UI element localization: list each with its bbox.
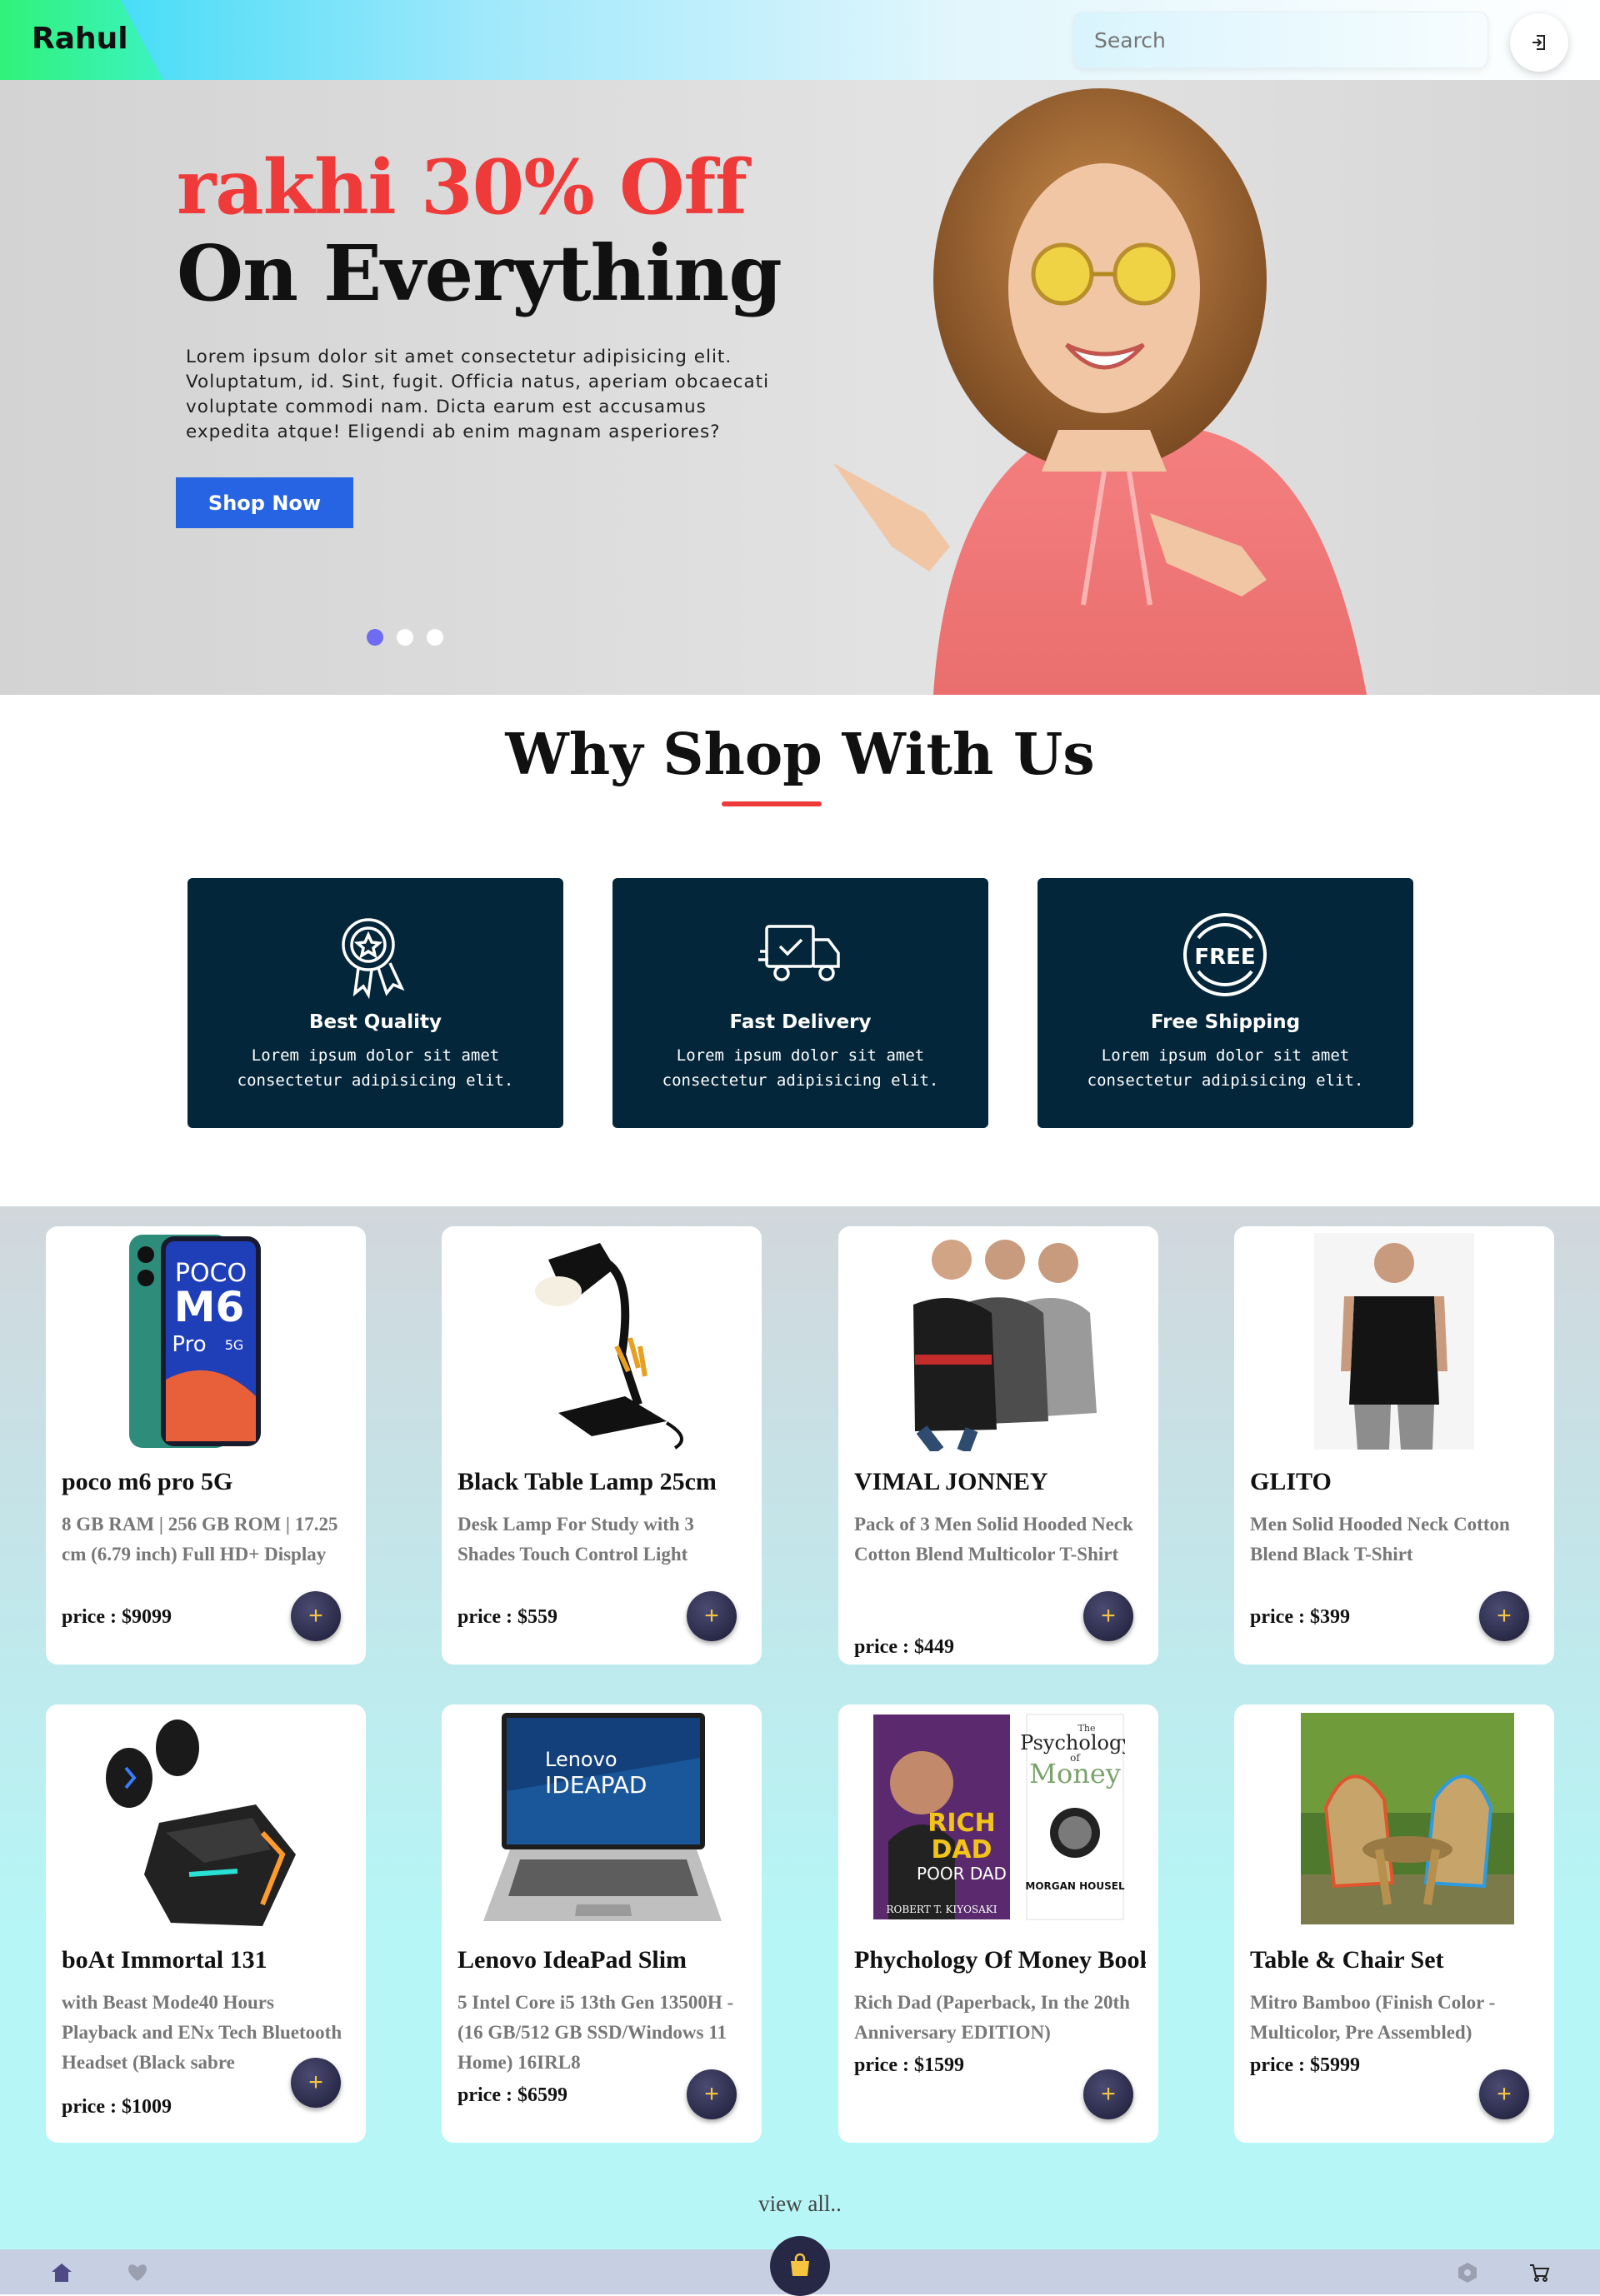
product-card[interactable]: POCO M6 Pro 5G poco m6 pro 5G 8 GB RAM |… xyxy=(46,1226,366,1665)
laptop-model-text: IDEAPAD xyxy=(545,1771,647,1799)
award-badge-icon xyxy=(342,918,405,1000)
books-image: RICH DAD POOR DAD ROBERT T. KIYOSAKI The… xyxy=(873,1714,1125,1920)
phone-variant-text: Pro xyxy=(172,1332,206,1357)
product-price: price : $559 xyxy=(458,1606,558,1628)
feature-card-fast-delivery: Fast Delivery Lorem ipsum dolor sit amet… xyxy=(612,878,988,1128)
earbuds-image xyxy=(106,1720,296,1926)
carousel-dot-2[interactable] xyxy=(397,629,413,646)
product-description: 5 Intel Core i5 13th Gen 13500H - (16 GB… xyxy=(458,1992,734,2073)
shop-now-button[interactable]: Shop Now xyxy=(176,477,353,528)
product-card[interactable]: GLITO Men Solid Hooded Neck Cotton Blend… xyxy=(1234,1226,1554,1665)
laptop-brand-text: Lenovo xyxy=(545,1748,618,1771)
free-badge-text: FREE xyxy=(1194,945,1255,970)
feature-card-free-shipping: FREE Free Shipping Lorem ipsum dolor sit… xyxy=(1038,878,1413,1128)
add-to-cart-button[interactable]: + xyxy=(291,1591,341,1641)
sleeveless-hoodie-image xyxy=(1314,1233,1474,1450)
view-all-link[interactable]: view all.. xyxy=(0,2191,1600,2217)
book-title-psychology: Psychology xyxy=(1020,1731,1125,1754)
product-name: Black Table Lamp 25cm xyxy=(458,1468,717,1495)
book-author-kiyosaki: ROBERT T. KIYOSAKI xyxy=(886,1904,997,1915)
products-section: POCO M6 Pro 5G poco m6 pro 5G 8 GB RAM |… xyxy=(0,1206,1600,2249)
add-to-cart-button[interactable]: + xyxy=(1083,2069,1133,2119)
product-card[interactable]: Table & Chair Set Mitro Bamboo (Finish C… xyxy=(1234,1705,1554,2143)
hoodies-image xyxy=(913,1240,1097,1451)
login-icon xyxy=(1532,35,1545,50)
product-name: Table & Chair Set xyxy=(1250,1946,1444,1974)
product-description: Desk Lamp For Study with 3 Shades Touch … xyxy=(458,1514,694,1565)
add-to-cart-button[interactable]: + xyxy=(1479,1591,1529,1641)
heart-icon[interactable] xyxy=(126,2263,149,2283)
product-name: poco m6 pro 5G xyxy=(62,1468,233,1495)
search-input[interactable] xyxy=(1073,12,1488,68)
feature-card-best-quality: Best Quality Lorem ipsum dolor sit amet … xyxy=(188,878,563,1128)
phone-image: POCO M6 Pro 5G xyxy=(129,1235,261,1448)
product-name: Lenovo IdeaPad Slim xyxy=(458,1946,688,1974)
product-card[interactable]: VIMAL JONNEY Pack of 3 Men Solid Hooded … xyxy=(838,1226,1158,1665)
product-name: GLITO xyxy=(1250,1468,1332,1495)
product-price: price : $5999 xyxy=(1250,2054,1360,2076)
product-card[interactable]: boAt Immortal 131 with Beast Mode40 Hour… xyxy=(46,1705,366,2143)
settings-icon[interactable] xyxy=(1457,2261,1478,2284)
phone-5g-text: 5G xyxy=(225,1337,244,1353)
product-name: VIMAL JONNEY xyxy=(854,1468,1048,1495)
home-icon[interactable] xyxy=(50,2262,73,2284)
product-price: price : $399 xyxy=(1250,1606,1350,1628)
add-to-cart-button[interactable]: + xyxy=(1083,1591,1133,1641)
product-price: price : $6599 xyxy=(458,2084,568,2106)
add-to-cart-button[interactable]: + xyxy=(687,2069,737,2119)
product-description: Men Solid Hooded Neck Cotton Blend Black… xyxy=(1250,1514,1510,1565)
product-description: Mitro Bamboo (Finish Color - Multicolor,… xyxy=(1250,1992,1496,2043)
feature-text: Lorem ipsum dolor sit amet consectetur a… xyxy=(662,1046,939,1090)
book-title-poor-dad: POOR DAD xyxy=(917,1864,1007,1884)
delivery-truck-icon xyxy=(758,925,840,981)
brand-name: Rahul xyxy=(32,22,128,56)
feature-text: Lorem ipsum dolor sit amet consectetur a… xyxy=(1087,1046,1364,1090)
laptop-image: Lenovo IDEAPAD xyxy=(483,1713,722,1921)
brand-logo[interactable]: Rahul xyxy=(0,0,163,80)
hero-subheadline: On Everything xyxy=(177,228,782,318)
add-to-cart-button[interactable]: + xyxy=(687,1591,737,1641)
phone-model-text: M6 xyxy=(174,1283,245,1331)
carousel-dot-1[interactable] xyxy=(367,629,383,646)
shopping-bag-icon xyxy=(791,2253,809,2276)
lamp-image xyxy=(535,1243,683,1450)
feature-title: Free Shipping xyxy=(1150,1011,1301,1033)
add-to-cart-button[interactable]: + xyxy=(1479,2069,1529,2119)
product-description: 8 GB RAM | 256 GB ROM | 17.25 cm (6.79 i… xyxy=(62,1514,338,1565)
book-title-rich: RICH xyxy=(928,1809,995,1838)
product-name: boAt Immortal 131 xyxy=(62,1946,268,1974)
login-button[interactable] xyxy=(1510,13,1568,72)
product-price: price : $9099 xyxy=(62,1606,172,1628)
cart-icon[interactable] xyxy=(1528,2263,1550,2283)
product-card[interactable]: Lenovo IDEAPAD Lenovo IdeaPad Slim 5 Int… xyxy=(442,1705,762,2143)
book-author-housel: MORGAN HOUSEL xyxy=(1025,1880,1125,1892)
hero-banner: rakhi 30% Off On Everything Lorem ipsum … xyxy=(0,80,1600,695)
feature-title: Best Quality xyxy=(308,1011,442,1033)
title-underline xyxy=(722,801,822,806)
top-navbar: Rahul xyxy=(0,0,1600,80)
book-title-money: Money xyxy=(1029,1758,1121,1789)
hero-model-image xyxy=(833,88,1367,695)
hero-headline: rakhi 30% Off xyxy=(177,143,748,232)
carousel-dot-3[interactable] xyxy=(427,629,443,646)
product-card[interactable]: Black Table Lamp 25cm Desk Lamp For Stud… xyxy=(442,1226,762,1665)
bamboo-chairs-image xyxy=(1301,1713,1514,1924)
why-shop-title: Why Shop With Us xyxy=(505,721,1095,788)
product-description: Pack of 3 Men Solid Hooded Neck Cotton B… xyxy=(854,1514,1133,1565)
feature-text: Lorem ipsum dolor sit amet consectetur a… xyxy=(237,1046,514,1090)
product-price: price : $1599 xyxy=(854,2054,964,2076)
free-badge-icon: FREE xyxy=(1183,913,1267,996)
product-card[interactable]: RICH DAD POOR DAD ROBERT T. KIYOSAKI The… xyxy=(838,1705,1158,2143)
product-price: price : $449 xyxy=(854,1636,954,1658)
product-price: price : $1009 xyxy=(62,2096,172,2118)
hero-description: Lorem ipsum dolor sit amet consectetur a… xyxy=(186,347,770,442)
add-to-cart-button[interactable]: + xyxy=(291,2058,341,2108)
product-name: Phychology Of Money Book xyxy=(854,1946,1146,1974)
shopping-bag-button[interactable] xyxy=(770,2236,830,2296)
feature-title: Fast Delivery xyxy=(729,1011,872,1033)
carousel-indicators xyxy=(367,629,443,646)
product-description: Rich Dad (Paperback, In the 20th Anniver… xyxy=(854,1992,1130,2043)
book-title-dad: DAD xyxy=(931,1835,992,1864)
